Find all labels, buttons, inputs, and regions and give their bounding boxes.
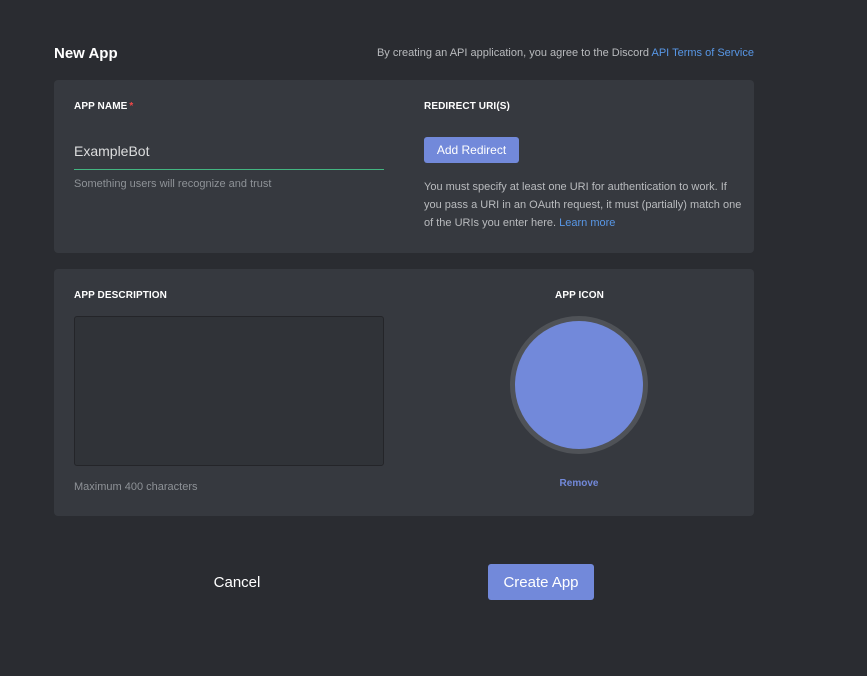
redirect-help-text: You must specify at least one URI for au…: [424, 178, 742, 232]
app-info-panel: APP NAME* Something users will recognize…: [54, 80, 754, 253]
app-description-label: APP DESCRIPTION: [74, 290, 167, 301]
app-icon-avatar[interactable]: [510, 316, 648, 454]
cancel-button[interactable]: Cancel: [206, 566, 268, 598]
header: New App By creating an API application, …: [54, 42, 754, 64]
tos-prefix: By creating an API application, you agre…: [376, 47, 652, 59]
app-description-input[interactable]: [74, 316, 384, 466]
app-name-input[interactable]: [74, 136, 384, 170]
page-title: New App: [54, 44, 118, 62]
tos-notice: By creating an API application, you agre…: [377, 47, 754, 59]
add-redirect-button[interactable]: Add Redirect: [424, 137, 519, 163]
learn-more-link[interactable]: Learn more: [559, 217, 615, 229]
redirect-uris-label: REDIRECT URI(S): [424, 101, 510, 112]
description-hint: Maximum 400 characters: [74, 481, 198, 493]
app-name-label: APP NAME *: [74, 101, 133, 112]
app-details-panel: APP DESCRIPTION Maximum 400 characters A…: [54, 269, 754, 516]
app-name-hint: Something users will recognize and trust: [74, 178, 272, 190]
app-name-label-text: APP NAME: [74, 101, 128, 112]
new-app-page: New App By creating an API application, …: [0, 0, 867, 676]
required-marker: *: [129, 101, 134, 112]
remove-icon-link[interactable]: Remove: [558, 478, 600, 489]
app-icon-label: APP ICON: [555, 290, 604, 301]
create-app-button[interactable]: Create App: [488, 564, 594, 600]
tos-link[interactable]: API Terms of Service: [652, 47, 755, 59]
